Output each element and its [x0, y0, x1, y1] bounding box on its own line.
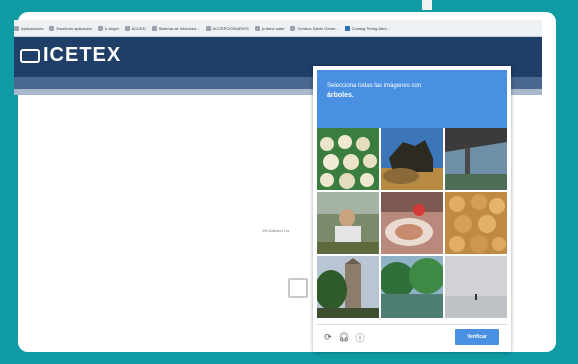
tree-house-art	[317, 256, 379, 318]
verify-button[interactable]: Verificar	[455, 329, 499, 345]
apps-icon	[14, 25, 19, 31]
reload-icon[interactable]: ⟳	[323, 332, 333, 342]
folder-icon	[344, 25, 350, 31]
captcha-instruction: Selecciona todas las imágenes con	[327, 83, 422, 89]
info-icon[interactable]: ⓘ	[355, 332, 365, 343]
people-outdoor-image[interactable]	[317, 192, 379, 254]
lion-animal-image[interactable]	[381, 128, 443, 190]
bridge-art	[445, 128, 507, 190]
captcha-image-grid	[317, 128, 507, 318]
page-icon	[151, 25, 157, 31]
bridge-river-image[interactable]	[445, 128, 507, 190]
recaptcha-checkbox[interactable]	[288, 278, 308, 298]
captcha-header: Selecciona todas las imágenes con árbole…	[317, 70, 507, 128]
page-icon	[98, 25, 104, 31]
bookmark-item[interactable]: ACUED	[124, 25, 146, 31]
side-label: Ver Adeutor Lis	[262, 228, 290, 233]
logo-mark-icon	[20, 48, 40, 63]
bookmark-item[interactable]: ACCEPCIONARIOS	[205, 25, 249, 31]
trees-river-image[interactable]	[381, 256, 443, 318]
beach-fog-image[interactable]	[445, 256, 507, 318]
page-icon	[205, 25, 211, 31]
bookmarks-bar: Aplicaciones Escritorio aplicación Ir An…	[14, 20, 542, 37]
beach-art	[445, 256, 507, 318]
cakes-tray-image[interactable]	[317, 128, 379, 190]
captcha-target: árboles.	[327, 92, 354, 99]
captcha-footer: ⟳ 🎧︎ ⓘ Verificar	[317, 324, 507, 349]
page-icon	[124, 25, 130, 31]
bookmark-item[interactable]: Aplicaciones	[14, 25, 43, 31]
corner-marker	[422, 0, 432, 10]
logo-text: ICETEX	[43, 44, 122, 66]
people-art	[317, 192, 379, 254]
bookmark-item[interactable]: ju tiene sabe	[254, 25, 284, 31]
page-icon	[254, 25, 260, 31]
captcha-dialog: Selecciona todas las imágenes con árbole…	[313, 66, 511, 352]
snacks-image[interactable]	[445, 192, 507, 254]
bookmark-item[interactable]: Ir Angel	[98, 25, 119, 31]
tree-house-image[interactable]	[317, 256, 379, 318]
food-plate-image[interactable]	[381, 192, 443, 254]
site-logo[interactable]: ICETEX	[20, 44, 121, 67]
audio-icon[interactable]: 🎧︎	[338, 332, 349, 342]
page-icon	[49, 25, 55, 31]
bookmark-item[interactable]: Escritorio aplicación	[49, 25, 92, 31]
cakes-tray-art	[317, 128, 379, 190]
bookmark-item[interactable]: Conseg Tering Abre...	[344, 25, 390, 31]
lion-art	[381, 128, 443, 190]
trees-river-art	[381, 256, 443, 318]
snacks-art	[445, 192, 507, 254]
food-art	[381, 192, 443, 254]
page-icon	[290, 25, 296, 31]
bookmark-item[interactable]: Sistema de Informaci...	[151, 25, 200, 31]
bookmark-item[interactable]: Centros Saber Gener...	[290, 25, 339, 31]
